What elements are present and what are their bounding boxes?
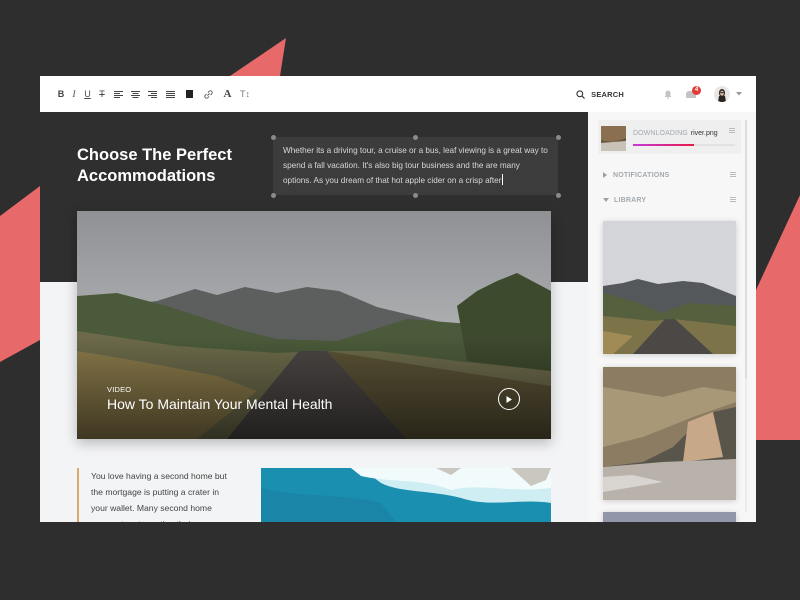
color-swatch-icon: [186, 90, 193, 98]
desktop-background: B I U T A T↕ SEARCH 4 Choose The Perfect…: [0, 0, 800, 600]
resize-handle-bottom-right[interactable]: [556, 193, 561, 198]
strikethrough-button[interactable]: T: [94, 86, 110, 102]
download-text: DOWNLOADING river.png: [633, 130, 718, 137]
text-color-button[interactable]: [180, 86, 199, 102]
resize-handle-top-left[interactable]: [271, 135, 276, 140]
download-thumbnail: [601, 126, 626, 151]
align-left-icon: [114, 90, 123, 98]
ocean-aerial-image: [261, 468, 551, 522]
download-menu-icon[interactable]: [729, 128, 735, 133]
caret-down-icon: [603, 198, 609, 202]
user-avatar[interactable]: [714, 86, 730, 102]
link-button[interactable]: [199, 86, 218, 102]
align-center-icon: [131, 90, 140, 98]
italic-button[interactable]: I: [67, 86, 81, 102]
underline-button[interactable]: U: [81, 86, 94, 102]
library-image-sky[interactable]: [603, 512, 736, 522]
search-button[interactable]: SEARCH: [576, 90, 624, 99]
search-icon: [576, 89, 586, 99]
coral-shape-right: [756, 195, 800, 440]
user-avatar-icon: [718, 89, 726, 102]
download-filename: river.png: [690, 130, 718, 137]
hero-title: How To Maintain Your Mental Health: [107, 396, 333, 412]
download-progress-bar: [633, 144, 735, 146]
format-button-group: B I U T A T↕: [55, 86, 253, 102]
formatting-toolbar: B I U T A T↕ SEARCH 4: [40, 76, 756, 112]
bell-icon: [664, 90, 672, 99]
selected-text-block[interactable]: Whether its a driving tour, a cruise or …: [273, 137, 558, 195]
text-cursor: [502, 174, 504, 186]
align-left-button[interactable]: [110, 86, 127, 102]
library-image-sea-cave[interactable]: [603, 367, 736, 500]
library-image-mountain-road[interactable]: [603, 221, 736, 354]
section-notifications[interactable]: NOTIFICATIONS: [603, 169, 736, 181]
align-justify-button[interactable]: [161, 86, 180, 102]
notifications-menu-icon[interactable]: [730, 172, 736, 177]
resize-handle-top-right[interactable]: [556, 135, 561, 140]
right-sidebar: DOWNLOADING river.png NOTIFICATIONS LIBRA…: [588, 112, 756, 522]
align-right-icon: [148, 90, 157, 98]
inbox-badge: 4: [692, 85, 701, 95]
section-label-library: LIBRARY: [614, 196, 647, 204]
header-actions: SEARCH 4: [576, 76, 742, 112]
ocean-image[interactable]: [261, 468, 551, 522]
caret-down-icon[interactable]: [736, 92, 742, 96]
download-status: DOWNLOADING: [633, 130, 688, 137]
search-label: SEARCH: [591, 89, 624, 99]
align-center-button[interactable]: [127, 86, 144, 102]
hero-video-card[interactable]: VIDEO How To Maintain Your Mental Health: [77, 211, 551, 439]
editor-app-window: B I U T A T↕ SEARCH 4 Choose The Perfect…: [40, 76, 756, 522]
text-size-button[interactable]: T↕: [237, 86, 253, 102]
coral-triangle-top: [230, 38, 286, 76]
inbox-button[interactable]: 4: [686, 85, 701, 98]
resize-handle-bottom-left[interactable]: [271, 193, 276, 198]
body-text-quote[interactable]: You love having a second home but the mo…: [77, 468, 227, 522]
article-headline[interactable]: Choose The Perfect Accommodations: [77, 145, 257, 187]
hero-kicker: VIDEO: [107, 385, 132, 394]
bold-button[interactable]: B: [55, 86, 67, 102]
section-library[interactable]: LIBRARY: [603, 194, 736, 206]
download-card[interactable]: DOWNLOADING river.png: [598, 120, 741, 154]
section-label-notifications: NOTIFICATIONS: [613, 171, 670, 179]
selected-text: Whether its a driving tour, a cruise or …: [283, 146, 548, 186]
align-right-button[interactable]: [144, 86, 161, 102]
caret-right-icon: [603, 172, 607, 178]
play-button[interactable]: [498, 388, 520, 410]
font-button[interactable]: A: [218, 86, 237, 102]
play-icon: [506, 395, 512, 403]
download-progress-fill: [633, 144, 695, 146]
sidebar-scroll-thumb[interactable]: [745, 120, 747, 378]
notifications-button[interactable]: [664, 90, 672, 99]
link-icon: [204, 89, 213, 99]
editor-canvas: Choose The Perfect Accommodations Whethe…: [40, 112, 588, 522]
align-justify-icon: [166, 90, 175, 98]
sidebar-scrollbar[interactable]: [745, 120, 747, 512]
hero-caption: VIDEO How To Maintain Your Mental Health: [107, 385, 332, 412]
resize-handle-top-center[interactable]: [413, 135, 418, 140]
coral-shape-left: [0, 186, 40, 362]
library-menu-icon[interactable]: [730, 197, 736, 202]
resize-handle-bottom-center[interactable]: [413, 193, 418, 198]
